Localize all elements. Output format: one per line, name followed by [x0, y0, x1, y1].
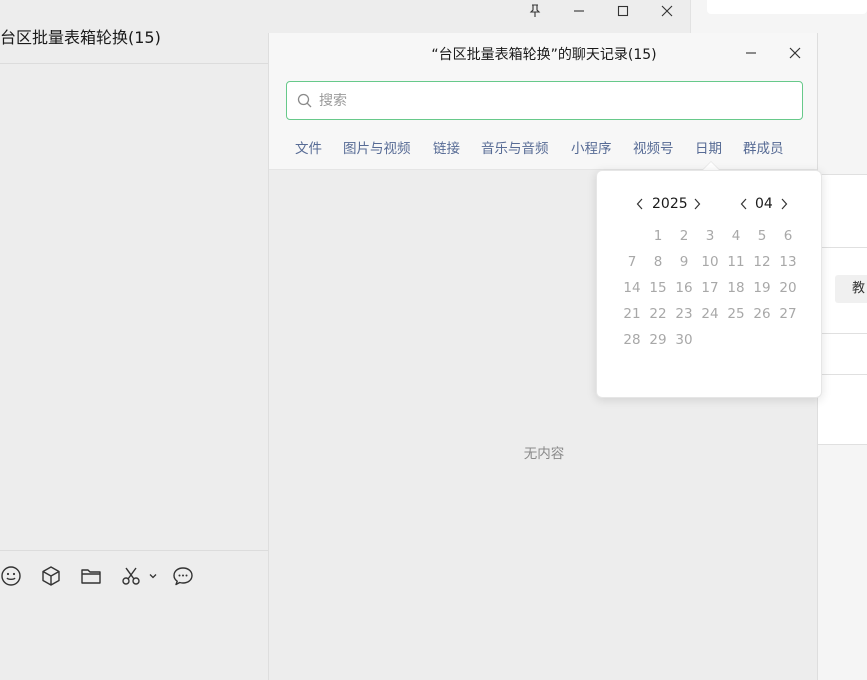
calendar-day[interactable]: 12	[749, 249, 775, 275]
side-chip[interactable]: 教	[835, 275, 867, 303]
minimize-icon[interactable]	[570, 2, 588, 20]
empty-state-text: 无内容	[523, 446, 565, 462]
divider	[818, 444, 867, 445]
side-panel-section	[818, 174, 867, 444]
search-icon	[295, 92, 313, 110]
calendar-day[interactable]: 26	[749, 301, 775, 327]
filter-tabs: 文件 图片与视频 链接 音乐与音频 小程序 视频号 日期 群成员	[269, 137, 817, 157]
chevron-down-icon[interactable]	[146, 565, 160, 587]
close-icon[interactable]	[658, 2, 676, 20]
calendar-day[interactable]: 27	[775, 301, 801, 327]
divider	[818, 374, 867, 375]
calendar-day[interactable]: 6	[775, 223, 801, 249]
chat-bubble-icon[interactable]	[172, 565, 194, 587]
divider	[0, 63, 268, 64]
folder-icon[interactable]	[80, 565, 102, 587]
calendar-day[interactable]: 1	[645, 223, 671, 249]
next-month-icon[interactable]	[777, 195, 791, 213]
calendar-day[interactable]: 8	[645, 249, 671, 275]
tab-channels[interactable]: 视频号	[633, 137, 674, 157]
tab-files[interactable]: 文件	[295, 137, 322, 157]
divider	[0, 550, 268, 551]
calendar-day[interactable]: 18	[723, 275, 749, 301]
search-input[interactable]	[319, 92, 779, 109]
calendar-day[interactable]: 9	[671, 249, 697, 275]
calendar-day[interactable]: 17	[697, 275, 723, 301]
scissors-icon[interactable]	[120, 565, 142, 587]
prev-month-icon[interactable]	[737, 195, 751, 213]
close-icon[interactable]	[785, 43, 805, 63]
dialog-title: “台区批量表箱轮换”的聊天记录(15)	[431, 47, 657, 63]
chat-title: 台区批量表箱轮换(15)	[0, 28, 161, 47]
tab-mini-programs[interactable]: 小程序	[571, 137, 612, 157]
divider	[818, 247, 867, 248]
divider	[818, 174, 867, 175]
side-search-input[interactable]	[707, 0, 867, 14]
minimize-icon[interactable]	[741, 43, 761, 63]
maximize-icon[interactable]	[614, 2, 632, 20]
calendar-day[interactable]: 22	[645, 301, 671, 327]
calendar-day[interactable]: 30	[671, 327, 697, 353]
calendar-day[interactable]: 28	[619, 327, 645, 353]
calendar-day[interactable]: 29	[645, 327, 671, 353]
divider	[818, 333, 867, 334]
calendar-day[interactable]: 3	[697, 223, 723, 249]
search-box[interactable]	[286, 81, 803, 120]
calendar-day[interactable]: 5	[749, 223, 775, 249]
calendar-day[interactable]: 25	[723, 301, 749, 327]
tab-music-audio[interactable]: 音乐与音频	[481, 137, 549, 157]
package-icon[interactable]	[40, 565, 62, 587]
tab-members[interactable]: 群成员	[743, 137, 784, 157]
calendar-day[interactable]: 20	[775, 275, 801, 301]
prev-year-icon[interactable]	[633, 195, 647, 213]
pin-icon[interactable]	[526, 2, 544, 20]
calendar-day[interactable]: 4	[723, 223, 749, 249]
calendar-day[interactable]: 11	[723, 249, 749, 275]
calendar-day[interactable]: 16	[671, 275, 697, 301]
calendar-day[interactable]: 19	[749, 275, 775, 301]
calendar-day[interactable]: 15	[645, 275, 671, 301]
month-value: 04	[755, 196, 773, 212]
year-value: 2025	[652, 196, 688, 212]
calendar-day[interactable]: 23	[671, 301, 697, 327]
date-picker: 2025 04 1 2 3 4 5 6 7 8 9 10 11 12 13 14 15 16 17 18 19 20 2…	[596, 170, 822, 398]
next-year-icon[interactable]	[690, 195, 704, 213]
emoji-icon[interactable]	[0, 565, 22, 587]
tab-images-videos[interactable]: 图片与视频	[343, 137, 411, 157]
tab-links[interactable]: 链接	[433, 137, 460, 157]
calendar-day[interactable]: 13	[775, 249, 801, 275]
tab-date[interactable]: 日期	[695, 137, 722, 157]
calendar-day[interactable]: 2	[671, 223, 697, 249]
calendar-day[interactable]: 7	[619, 249, 645, 275]
calendar-day[interactable]: 24	[697, 301, 723, 327]
calendar-day[interactable]: 10	[697, 249, 723, 275]
calendar-day[interactable]: 14	[619, 275, 645, 301]
calendar-day[interactable]: 21	[619, 301, 645, 327]
